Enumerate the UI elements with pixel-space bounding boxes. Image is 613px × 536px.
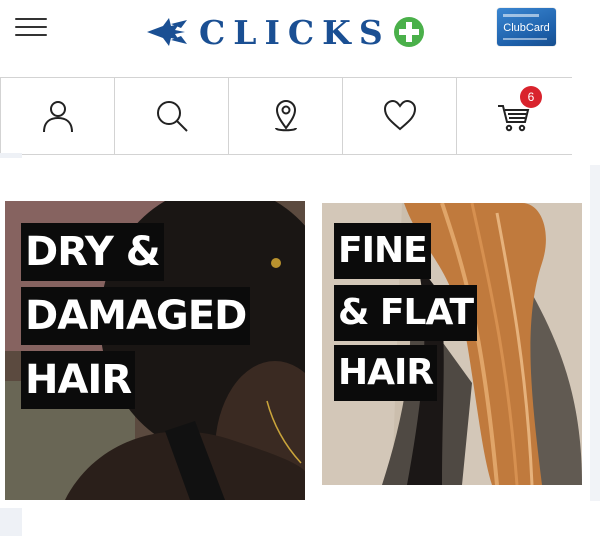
hamburger-menu-icon[interactable] xyxy=(15,16,47,38)
green-plus-icon xyxy=(393,17,424,47)
site-header: CLICKS ClubCard xyxy=(0,0,613,72)
location-pin-icon xyxy=(275,100,297,132)
icon-navigation-bar: 6 xyxy=(0,77,572,155)
promo-fine-flat-hair[interactable]: FINE & FLAT HAIR xyxy=(322,203,582,485)
page-edge xyxy=(0,508,22,536)
clicks-bird-icon xyxy=(147,18,187,46)
logo-wordmark: CLICKS xyxy=(199,12,391,52)
caption-line: DRY & xyxy=(21,223,164,281)
account-button[interactable] xyxy=(0,78,115,154)
store-locator-button[interactable] xyxy=(228,78,343,154)
cart-count-badge: 6 xyxy=(520,86,542,108)
caption-line: HAIR xyxy=(21,351,136,409)
caption-line: & FLAT xyxy=(334,285,478,341)
page-edge xyxy=(0,153,22,158)
user-icon xyxy=(43,101,73,133)
scroll-track[interactable] xyxy=(590,165,600,501)
promo-dry-damaged-hair[interactable]: DRY & DAMAGED HAIR xyxy=(5,201,305,500)
clicks-logo[interactable]: CLICKS xyxy=(145,12,425,52)
search-icon xyxy=(157,101,188,132)
caption-line: FINE xyxy=(334,223,431,279)
clubcard-button[interactable]: ClubCard xyxy=(497,8,556,46)
heart-icon xyxy=(383,99,417,131)
search-button[interactable] xyxy=(114,78,229,154)
caption-line: DAMAGED xyxy=(21,287,251,345)
clubcard-label: ClubCard xyxy=(503,22,550,34)
caption-line: HAIR xyxy=(334,345,438,401)
cart-button[interactable]: 6 xyxy=(456,78,571,154)
wishlist-button[interactable] xyxy=(342,78,457,154)
